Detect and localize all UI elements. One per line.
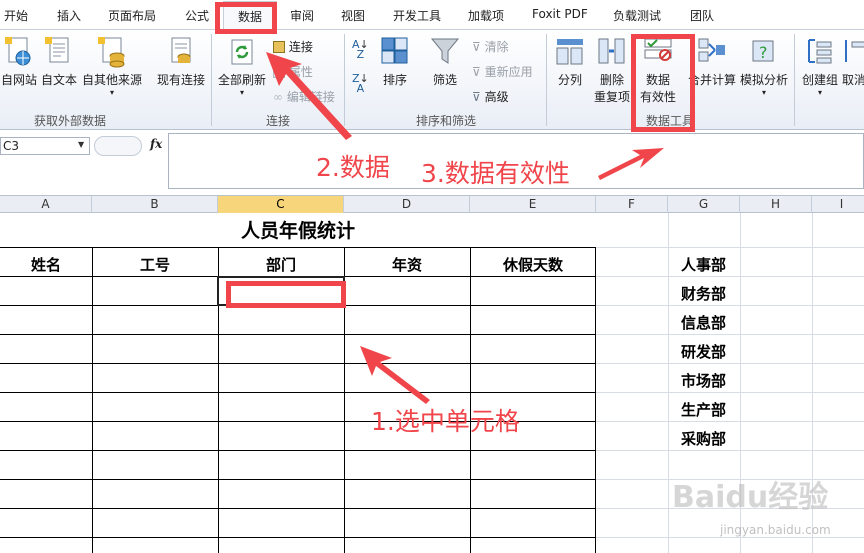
arrow-to-data-tab (266, 52, 352, 140)
baidu-watermark-logo: Baidu经验 (672, 480, 829, 515)
step1-label: 1.选中单元格 (371, 407, 520, 436)
arrow-to-cell (360, 346, 430, 404)
baidu-watermark-url: jingyan.baidu.com (720, 523, 831, 537)
annotation-arrows (266, 52, 664, 404)
step2-label: 2.数据 (316, 153, 390, 182)
step3-label: 3.数据有效性 (421, 159, 570, 188)
arrow-to-data-validation (598, 148, 664, 180)
